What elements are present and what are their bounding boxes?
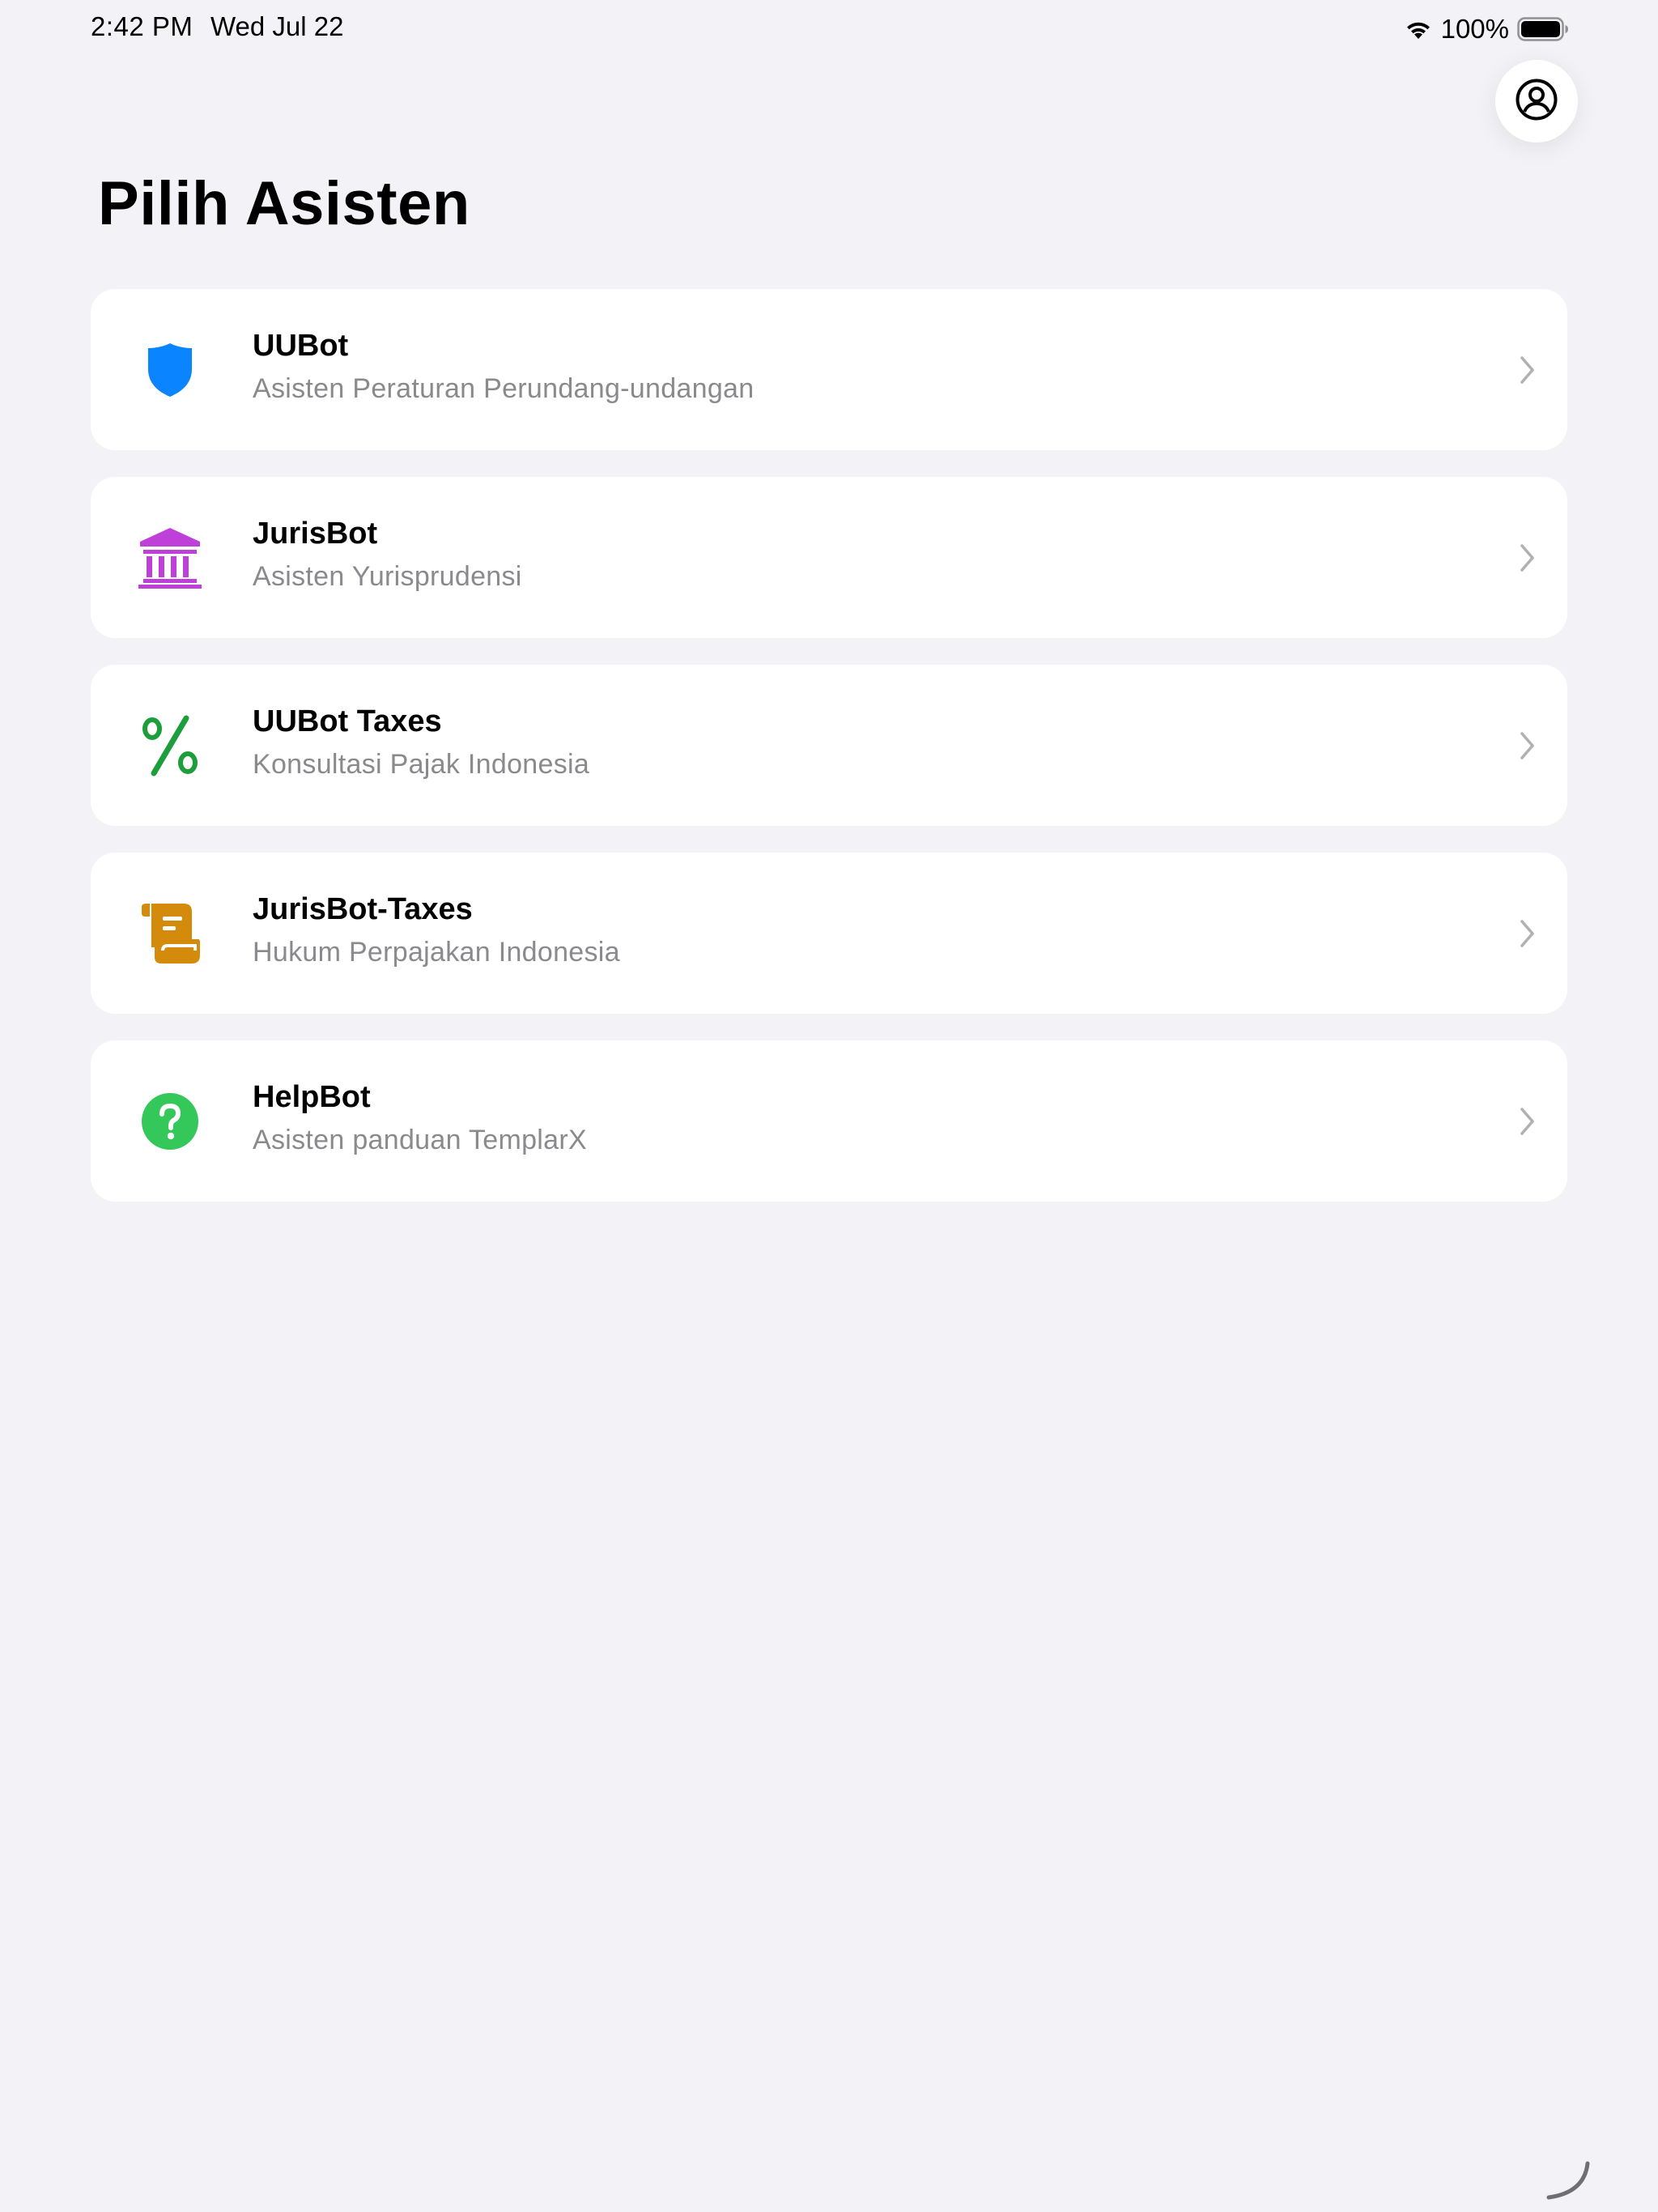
status-date: Wed Jul 22: [210, 11, 344, 41]
assistant-card-jurisbot[interactable]: JurisBot Asisten Yurisprudensi: [91, 477, 1567, 638]
card-subtitle: Asisten Peraturan Perundang-undangan: [253, 372, 755, 404]
chevron-right-icon: [1520, 1108, 1534, 1135]
profile-button[interactable]: [1495, 60, 1578, 143]
status-bar: 2:42 PM Wed Jul 22 100%: [0, 0, 1658, 58]
shield-icon: [136, 336, 204, 404]
card-title: JurisBot-Taxes: [253, 892, 473, 926]
assistant-card-uubot-taxes[interactable]: UUBot Taxes Konsultasi Pajak Indonesia: [91, 665, 1567, 826]
chevron-right-icon: [1520, 920, 1534, 947]
person-circle-icon: [1515, 78, 1558, 125]
chevron-right-icon: [1520, 732, 1534, 759]
scroll-icon: [136, 900, 204, 968]
page-title: Pilih Asisten: [98, 169, 470, 238]
card-subtitle: Konsultasi Pajak Indonesia: [253, 748, 590, 780]
assistant-card-jurisbot-taxes[interactable]: JurisBot-Taxes Hukum Perpajakan Indonesi…: [91, 853, 1567, 1014]
assistant-card-uubot[interactable]: UUBot Asisten Peraturan Perundang-undang…: [91, 289, 1567, 450]
card-subtitle: Asisten panduan TemplarX: [253, 1124, 587, 1155]
assistant-list: UUBot Asisten Peraturan Perundang-undang…: [91, 289, 1567, 1228]
card-subtitle: Hukum Perpajakan Indonesia: [253, 936, 620, 968]
bank-building-icon: [136, 524, 204, 592]
chevron-right-icon: [1520, 356, 1534, 384]
question-circle-icon: [136, 1087, 204, 1155]
battery-icon: [1517, 17, 1569, 41]
card-subtitle: Asisten Yurisprudensi: [253, 560, 522, 592]
card-title: UUBot: [253, 329, 349, 363]
status-indicators: 100%: [1404, 11, 1569, 47]
status-time: 2:42 PM: [91, 11, 193, 41]
home-indicator[interactable]: [1542, 2160, 1591, 2201]
battery-percent: 100%: [1440, 14, 1509, 44]
chevron-right-icon: [1520, 544, 1534, 572]
assistant-card-helpbot[interactable]: HelpBot Asisten panduan TemplarX: [91, 1040, 1567, 1202]
wifi-icon: [1404, 18, 1433, 40]
card-title: UUBot Taxes: [253, 704, 442, 738]
percent-icon: [136, 712, 204, 780]
card-title: JurisBot: [253, 517, 378, 551]
card-title: HelpBot: [253, 1080, 371, 1114]
